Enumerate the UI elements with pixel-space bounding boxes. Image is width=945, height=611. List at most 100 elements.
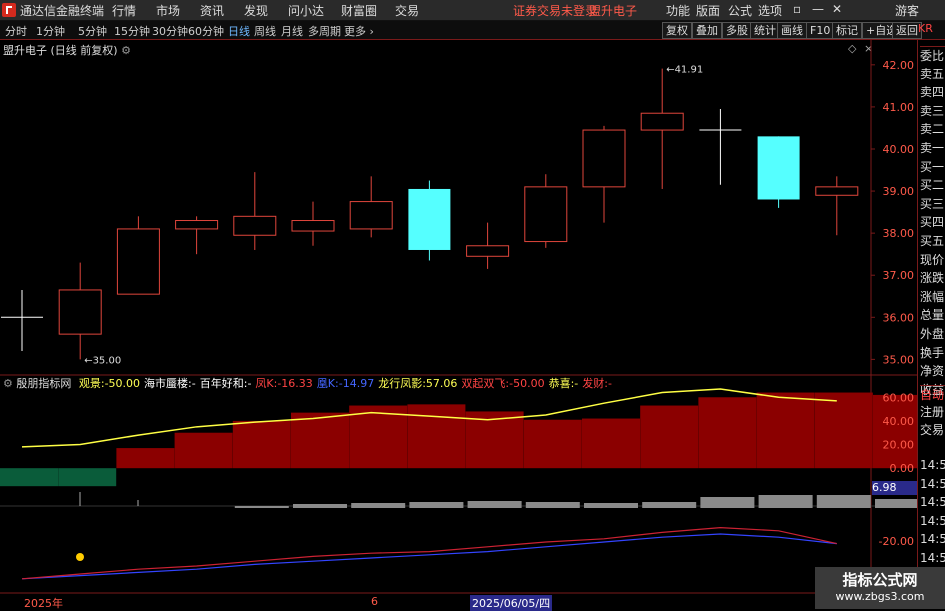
panel-time[interactable]: 14:55 bbox=[920, 477, 945, 491]
panel-time[interactable]: 14:56 bbox=[920, 532, 945, 546]
period-tab-weekly[interactable]: 周线 bbox=[254, 23, 276, 39]
candle-body bbox=[116, 228, 160, 295]
panel-item[interactable]: 总量 bbox=[920, 306, 945, 323]
menu-item-function[interactable]: 功能 bbox=[666, 2, 690, 19]
panel-lower-item[interactable]: 自动 bbox=[920, 385, 945, 403]
panel-lower-item[interactable]: 交易 bbox=[920, 421, 945, 438]
window-close-icon[interactable]: ✕ bbox=[832, 2, 842, 16]
menu-item-quotes[interactable]: 行情 bbox=[112, 2, 136, 19]
chart-area[interactable]: 35.00 36.00 37.00 38.00 39.00 40.00 41.00 42.00… bbox=[0, 40, 917, 609]
candle-body bbox=[233, 215, 277, 236]
indicator-gear-icon[interactable]: ⚙ bbox=[3, 377, 13, 390]
candle-body bbox=[640, 112, 684, 131]
menu-item-market[interactable]: 市场 bbox=[156, 2, 180, 19]
indicator-fields: 观景:-50.00 海市蜃楼:- 百年好和:- 凤K:-16.33 凰K:-14.97 龙… bbox=[75, 377, 612, 390]
panel-item[interactable]: 卖四 bbox=[920, 83, 945, 100]
trade-login-status[interactable]: 证券交易未登录 bbox=[513, 2, 597, 19]
current-stock-name: 盟升电子 bbox=[589, 4, 638, 18]
panel-lower-item[interactable]: 注册 bbox=[920, 403, 945, 420]
price-tick-label: 38.00 bbox=[883, 227, 915, 240]
indicator-bar bbox=[523, 419, 582, 469]
app-logo-icon bbox=[2, 3, 16, 17]
indicator-readout: 6.98 bbox=[872, 481, 917, 495]
period-tab-more[interactable]: 更多 › bbox=[344, 23, 374, 39]
menu-item-formula[interactable]: 公式 bbox=[728, 2, 752, 19]
panel-corner[interactable]: KR bbox=[918, 22, 945, 39]
period-tab-1min[interactable]: 1分钟 bbox=[36, 23, 65, 39]
menu-item-trade[interactable]: 交易 bbox=[395, 2, 419, 19]
menu-item-ask[interactable]: 问小达 bbox=[288, 2, 324, 19]
chevron-right-icon: › bbox=[369, 25, 374, 38]
panel-item[interactable]: 卖一 bbox=[920, 139, 945, 156]
period-more-label: 更多 bbox=[344, 25, 366, 38]
tool-overlay-button[interactable]: 叠加 bbox=[692, 22, 722, 39]
volume-bar bbox=[700, 497, 755, 508]
panel-item[interactable]: 买二 bbox=[920, 176, 945, 193]
candle-body bbox=[349, 201, 393, 230]
panel-item[interactable]: 涨跌 bbox=[920, 269, 945, 286]
panel-item[interactable]: 买一 bbox=[920, 158, 945, 175]
period-tab-15min[interactable]: 15分钟 bbox=[114, 23, 150, 39]
indicator-bar bbox=[698, 397, 757, 469]
panel-item[interactable]: 卖五 bbox=[920, 65, 945, 82]
indicator-bar bbox=[582, 418, 640, 469]
menu-item-wealth[interactable]: 财富圈 bbox=[341, 2, 377, 19]
period-tab-monthly[interactable]: 月线 bbox=[281, 23, 303, 39]
panel-time[interactable]: 14:55 bbox=[920, 458, 945, 472]
indicator-field: 恭喜:- bbox=[548, 377, 579, 390]
indicator-bar bbox=[640, 405, 699, 469]
panel-item[interactable]: 买三 bbox=[920, 195, 945, 212]
indicator-bar bbox=[465, 411, 524, 469]
period-tab-30min[interactable]: 30分钟 bbox=[152, 23, 188, 39]
period-tab-60min[interactable]: 60分钟 bbox=[188, 23, 224, 39]
panel-item[interactable]: 换手 bbox=[920, 344, 945, 361]
menu-item-discover[interactable]: 发现 bbox=[244, 2, 268, 19]
panel-item[interactable]: 卖二 bbox=[920, 120, 945, 137]
price-annotation: ←41.91 bbox=[666, 65, 703, 76]
panel-item[interactable]: 卖三 bbox=[920, 102, 945, 119]
indicator-field: 凤K:-16.33 bbox=[255, 377, 313, 390]
period-tab-5min[interactable]: 5分钟 bbox=[78, 23, 107, 39]
indicator-field: 海市蜃楼:- bbox=[144, 377, 196, 390]
tool-multistock-button[interactable]: 多股 bbox=[722, 22, 752, 39]
indicator-field: 凰K:-14.97 bbox=[316, 377, 375, 390]
period-tab-intraday[interactable]: 分时 bbox=[5, 23, 27, 39]
tool-stats-button[interactable]: 统计 bbox=[750, 22, 780, 39]
panel-time[interactable]: 14:56 bbox=[920, 514, 945, 528]
user-guest[interactable]: 游客 bbox=[895, 2, 919, 19]
volume-bar bbox=[351, 503, 406, 508]
panel-item[interactable]: 涨幅 bbox=[920, 288, 945, 305]
indicator-bar bbox=[232, 420, 291, 469]
price-tick-label: 35.00 bbox=[883, 353, 915, 366]
tool-adjust-button[interactable]: 复权 bbox=[662, 22, 692, 39]
panel-time[interactable]: 14:56 bbox=[920, 551, 945, 565]
volume-bar bbox=[293, 504, 347, 508]
watermark: 指标公式网 www.zbgs3.com bbox=[815, 567, 945, 609]
panel-item[interactable]: 委比 bbox=[920, 46, 945, 64]
menu-item-options[interactable]: 选项 bbox=[758, 2, 782, 19]
indicator-bar bbox=[291, 412, 349, 469]
panel-item[interactable]: 买五 bbox=[920, 232, 945, 249]
volume-bar bbox=[642, 502, 697, 508]
tool-f10-button[interactable]: F10 bbox=[806, 22, 835, 39]
window-minimize-icon[interactable]: — bbox=[812, 2, 824, 16]
panel-item[interactable]: 买四 bbox=[920, 213, 945, 230]
period-tab-daily[interactable]: 日线 bbox=[228, 23, 250, 39]
window-restore-icon[interactable]: ▫ bbox=[793, 2, 801, 16]
menu-item-news[interactable]: 资讯 bbox=[200, 2, 224, 19]
volume-bar bbox=[584, 503, 638, 508]
panel-time[interactable]: 14:56 bbox=[920, 495, 945, 509]
tool-mark-button[interactable]: 标记 bbox=[832, 22, 862, 39]
panel-item[interactable]: 外盘 bbox=[920, 325, 945, 342]
panel-item[interactable]: 净资 bbox=[920, 362, 945, 379]
panel-item[interactable]: 现价 bbox=[920, 251, 945, 268]
price-tick-label: 39.00 bbox=[883, 185, 915, 198]
menu-item-layout[interactable]: 版面 bbox=[696, 2, 720, 19]
candle-body bbox=[291, 220, 335, 232]
tool-draw-button[interactable]: 画线 bbox=[777, 22, 807, 39]
period-tab-multi[interactable]: 多周期 bbox=[308, 23, 341, 39]
price-tick-label: 40.00 bbox=[883, 143, 915, 156]
app-title: 通达信金融终端 bbox=[20, 4, 105, 18]
indicator-field: 发财:- bbox=[582, 377, 612, 390]
indicator-field: 龙行凤影:57.06 bbox=[378, 377, 458, 390]
